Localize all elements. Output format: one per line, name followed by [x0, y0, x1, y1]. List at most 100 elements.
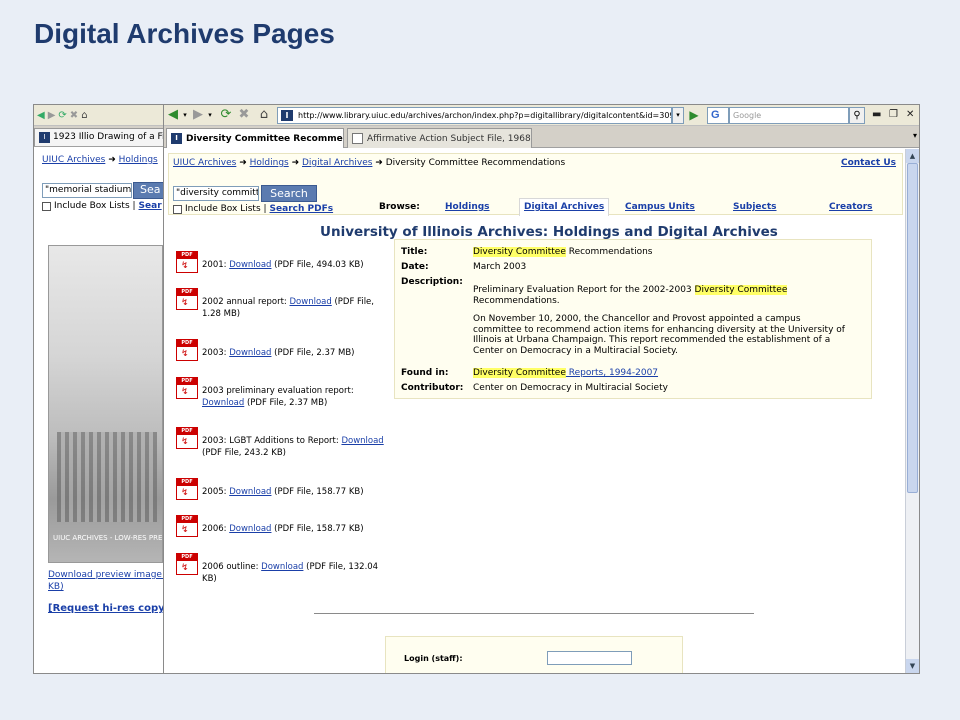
home-icon[interactable]: ⌂ — [81, 110, 87, 121]
go-icon[interactable]: ▶ — [687, 108, 701, 122]
back-search-pdfs-link[interactable]: Sear — [139, 201, 162, 211]
download-preview-size: KB) — [48, 582, 64, 592]
crumb-digital[interactable]: Digital Archives — [302, 158, 372, 168]
download-preview-text: Download preview image ( — [48, 570, 168, 580]
login-input[interactable] — [547, 651, 632, 665]
tab-list-icon[interactable]: ▾ — [913, 131, 917, 140]
request-hires-link[interactable]: [Request hi-res copy — [48, 603, 165, 614]
download-link[interactable]: Download — [290, 297, 332, 307]
download-size: (PDF File, 2.37 MB) — [244, 398, 328, 408]
nav-toolbar: ◀ ▾ ▶ ▾ ⟳ ✖ ⌂ I http://www.library.uiuc.… — [164, 105, 919, 126]
download-link[interactable]: Download — [261, 562, 303, 572]
crumb-holdings[interactable]: Holdings — [250, 158, 289, 168]
include-label: Include Box Lists | — [185, 204, 267, 214]
download-prefix: 2003: LGBT Additions to Report: — [202, 436, 342, 446]
arrow-right-icon: ➜ — [108, 155, 116, 165]
download-item: PDF ↯ 2003: LGBT Additions to Report: Dow… — [176, 427, 388, 459]
download-link[interactable]: Download — [202, 398, 244, 408]
nav-digital-archives[interactable]: Digital Archives — [519, 198, 610, 216]
download-link[interactable]: Download — [229, 260, 271, 270]
vertical-scrollbar[interactable]: ▲ ▼ — [905, 149, 919, 673]
contact-us-link[interactable]: Contact Us — [841, 158, 896, 168]
search-input[interactable]: "diversity committee" — [173, 186, 259, 201]
image-caption: UIUC ARCHIVES - LOW-RES PRE — [53, 534, 163, 542]
date-label: Date: — [401, 262, 429, 272]
download-item: PDF ↯ 2002 annual report: Download (PDF F… — [176, 288, 388, 320]
nav-subjects[interactable]: Subjects — [733, 202, 777, 212]
back-include-checkbox[interactable] — [42, 201, 51, 211]
nav-campus-units[interactable]: Campus Units — [625, 202, 695, 212]
nav-creators[interactable]: Creators — [829, 202, 873, 212]
divider — [314, 613, 754, 614]
arrow-right-icon: ➜ — [239, 158, 250, 168]
download-link[interactable]: Download — [229, 348, 271, 358]
stop-icon[interactable]: ✖ — [237, 107, 251, 123]
back-tab-illio[interactable]: I 1923 Illio Drawing of a Fir — [34, 128, 166, 146]
stop-icon[interactable]: ✖ — [70, 110, 78, 121]
reload-icon[interactable]: ⟳ — [219, 107, 233, 123]
found-in-label: Found in: — [401, 368, 449, 378]
uiuc-favicon-icon: I — [39, 132, 50, 143]
back-arrow-icon[interactable]: ◀ — [37, 110, 45, 121]
scroll-down-icon[interactable]: ▼ — [906, 659, 919, 673]
tab-bar: I Diversity Committee Recommen... ✕ Affi… — [164, 126, 919, 148]
pdf-icon: PDF ↯ — [176, 427, 198, 449]
back-crumb-home[interactable]: UIUC Archives — [42, 155, 105, 165]
magnifier-icon[interactable]: ⚲ — [849, 107, 865, 124]
url-dropdown-button[interactable]: ▾ — [672, 107, 684, 124]
back-include-box-lists: Include Box Lists | Sear — [42, 201, 162, 211]
back-arrow-icon[interactable]: ◀ — [166, 107, 180, 123]
minimize-icon[interactable]: ▬ — [872, 108, 881, 122]
front-browser-window: ◀ ▾ ▶ ▾ ⟳ ✖ ⌂ I http://www.library.uiuc.… — [163, 104, 920, 674]
search-highlight: Diversity Committee — [473, 368, 566, 378]
include-box-lists: Include Box Lists | Search PDFs — [173, 204, 333, 214]
contributor-value: Center on Democracy in Multiracial Socie… — [473, 383, 668, 393]
scroll-up-icon[interactable]: ▲ — [906, 149, 919, 163]
restore-icon[interactable]: ❐ — [889, 108, 898, 122]
download-link[interactable]: Download — [229, 487, 271, 497]
search-button[interactable]: Search — [261, 185, 317, 202]
pdf-icon: PDF ↯ — [176, 377, 198, 399]
crumb-home[interactable]: UIUC Archives — [173, 158, 236, 168]
description-para-2: On November 10, 2000, the Chancellor and… — [473, 314, 845, 356]
page-content: UIUC Archives ➜ Holdings ➜ Digital Archi… — [164, 149, 907, 673]
url-bar[interactable]: I http://www.library.uiuc.edu/archives/a… — [277, 107, 672, 124]
download-size: (PDF File, 2.37 MB) — [271, 348, 355, 358]
reload-icon[interactable]: ⟳ — [58, 110, 66, 121]
forward-arrow-icon[interactable]: ▶ — [191, 107, 205, 123]
tab-affirmative[interactable]: Affirmative Action Subject File, 1968-..… — [347, 128, 532, 148]
back-page-content: UIUC Archives ➜ Holdings "memorial stadi… — [34, 149, 167, 673]
download-item: PDF ↯ 2003 preliminary evaluation report:… — [176, 377, 388, 409]
download-size: (PDF File, 158.77 KB) — [271, 487, 364, 497]
site-favicon-icon: I — [281, 110, 293, 121]
dropdown-icon[interactable]: ▾ — [206, 107, 214, 123]
forward-arrow-icon[interactable]: ▶ — [48, 110, 56, 121]
download-item: PDF ↯ 2001: Download (PDF File, 494.03 KB… — [176, 251, 388, 273]
download-prefix: 2006: — [202, 524, 230, 534]
found-in-link[interactable]: Reports, 1994-2007 — [566, 368, 658, 378]
tab-label: Diversity Committee Recommen... — [186, 133, 344, 144]
nav-holdings[interactable]: Holdings — [445, 202, 490, 212]
back-browser-window: ◀ ▶ ⟳ ✖ ⌂ I 1923 Illio Drawing of a Fir … — [33, 104, 168, 674]
pdf-icon: PDF ↯ — [176, 251, 198, 273]
tab-diversity[interactable]: I Diversity Committee Recommen... ✕ — [166, 128, 344, 148]
include-box-lists-checkbox[interactable] — [173, 204, 182, 214]
google-search-input[interactable]: Google — [729, 107, 849, 124]
back-search-input[interactable]: "memorial stadium" — [42, 183, 132, 198]
google-engine-selector[interactable]: G — [707, 107, 729, 124]
found-in-value[interactable]: Diversity Committee Reports, 1994-2007 — [473, 368, 848, 379]
search-pdfs-link[interactable]: Search PDFs — [270, 204, 334, 214]
search-highlight: Diversity Committee — [473, 247, 566, 257]
page-title: University of Illinois Archives: Holding… — [320, 224, 778, 240]
search-highlight: Diversity Committee — [694, 285, 788, 295]
close-window-icon[interactable]: ✕ — [906, 108, 914, 122]
scroll-thumb[interactable] — [907, 163, 918, 493]
download-item: PDF ↯ 2006: Download (PDF File, 158.77 KB… — [176, 515, 388, 537]
download-link[interactable]: Download — [341, 436, 383, 446]
download-preview-link[interactable]: Download preview image ( KB) — [48, 569, 168, 593]
home-icon[interactable]: ⌂ — [257, 107, 271, 123]
download-link[interactable]: Download — [229, 524, 271, 534]
dropdown-icon[interactable]: ▾ — [181, 107, 189, 123]
back-include-label: Include Box Lists | — [54, 201, 136, 211]
back-crumb-holdings[interactable]: Holdings — [119, 155, 158, 165]
